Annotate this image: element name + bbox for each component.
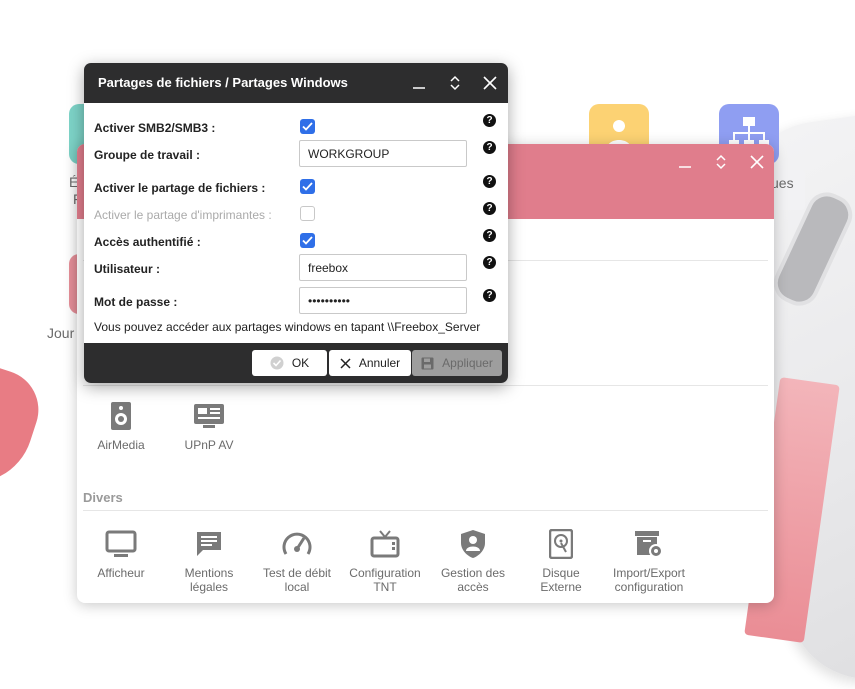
printer-share-checkbox[interactable] [300, 206, 315, 221]
separator [83, 510, 768, 511]
close-icon [750, 155, 764, 169]
checkmark-icon [302, 182, 313, 191]
share-path-info: Vous pouvez accéder aux partages windows… [94, 320, 481, 334]
minimize-icon [413, 87, 425, 89]
dialog-footer: OK Annuler Appliquer [84, 343, 508, 383]
workgroup-input[interactable] [299, 140, 467, 167]
archive-settings-icon [635, 531, 663, 558]
apply-button[interactable]: Appliquer [412, 350, 502, 376]
app-upnp-av[interactable]: UPnP AV [167, 396, 251, 452]
app-configuration-tnt-label: Configuration TNT [349, 566, 421, 594]
desktop-label-journal: Jour [47, 325, 75, 341]
apply-button-label: Appliquer [442, 356, 493, 370]
auth-label: Accès authentifié : [94, 235, 201, 249]
tv-icon [370, 530, 400, 558]
hard-disk-icon [549, 529, 573, 559]
app-airmedia[interactable]: AirMedia [79, 396, 163, 452]
app-gestion-acces-label: Gestion des accès [440, 566, 506, 594]
section-title-divers: Divers [83, 490, 123, 505]
ok-button[interactable]: OK [252, 350, 327, 376]
help-icon[interactable]: ? [483, 175, 496, 188]
help-icon[interactable]: ? [483, 289, 496, 302]
app-test-debit[interactable]: Test de débit local [255, 524, 339, 594]
check-circle-icon [270, 356, 284, 370]
app-disque-externe[interactable]: Disque Externe [519, 524, 603, 594]
cancel-button-label: Annuler [358, 356, 401, 370]
background-decoration-left [0, 361, 49, 499]
auth-checkbox[interactable] [300, 233, 315, 248]
file-sharing-dialog: Partages de fichiers / Partages Windows … [84, 63, 508, 383]
file-share-checkbox[interactable] [300, 179, 315, 194]
minimize-icon [679, 166, 691, 168]
printer-share-label: Activer le partage d'imprimantes : [94, 208, 272, 222]
checkmark-icon [302, 122, 313, 131]
help-icon[interactable]: ? [483, 202, 496, 215]
checkmark-icon [302, 236, 313, 245]
app-import-export-label: Import/Export configuration [612, 566, 686, 594]
app-configuration-tnt[interactable]: Configuration TNT [343, 524, 427, 594]
app-airmedia-label: AirMedia [97, 438, 145, 452]
smb-checkbox[interactable] [300, 119, 315, 134]
separator [83, 385, 768, 386]
chevron-updown-icon [450, 75, 460, 91]
desktop-label-network: ues [771, 175, 794, 191]
resize-button[interactable] [703, 144, 739, 180]
chevron-updown-icon [716, 154, 726, 170]
user-input[interactable] [299, 254, 467, 281]
app-afficheur[interactable]: Afficheur [79, 524, 163, 580]
close-icon [483, 76, 497, 90]
help-icon[interactable]: ? [483, 114, 496, 127]
speaker-icon [111, 402, 131, 430]
file-share-label: Activer le partage de fichiers : [94, 181, 266, 195]
password-input[interactable] [299, 287, 467, 314]
user-label: Utilisateur : [94, 262, 161, 276]
close-icon [340, 357, 351, 369]
password-label: Mot de passe : [94, 295, 178, 309]
comment-icon [197, 532, 221, 556]
app-mentions-legales-label: Mentions légales [184, 566, 234, 594]
smb-label: Activer SMB2/SMB3 : [94, 121, 216, 135]
shield-user-icon [461, 530, 485, 558]
upnp-icon [194, 404, 224, 428]
dialog-close-button[interactable] [477, 70, 503, 96]
app-test-debit-label: Test de débit local [262, 566, 332, 594]
close-button[interactable] [739, 144, 774, 180]
app-mentions-legales[interactable]: Mentions légales [167, 524, 251, 594]
dialog-title: Partages de fichiers / Partages Windows [98, 75, 348, 90]
app-import-export[interactable]: Import/Export configuration [607, 524, 691, 594]
cancel-button[interactable]: Annuler [329, 350, 411, 376]
help-icon[interactable]: ? [483, 141, 496, 154]
minimize-button[interactable] [667, 144, 703, 180]
gauge-icon [282, 532, 312, 555]
dialog-resize-button[interactable] [442, 70, 468, 96]
dialog-minimize-button[interactable] [406, 70, 432, 96]
workgroup-label: Groupe de travail : [94, 148, 201, 162]
app-afficheur-label: Afficheur [97, 566, 145, 580]
save-icon [421, 357, 434, 369]
app-upnp-av-label: UPnP AV [184, 438, 234, 452]
app-disque-externe-label: Disque Externe [540, 566, 582, 594]
help-icon[interactable]: ? [483, 256, 496, 269]
app-gestion-acces[interactable]: Gestion des accès [431, 524, 515, 594]
ok-button-label: OK [291, 356, 310, 370]
dialog-header: Partages de fichiers / Partages Windows [84, 63, 508, 103]
help-icon[interactable]: ? [483, 229, 496, 242]
monitor-icon [105, 530, 137, 557]
